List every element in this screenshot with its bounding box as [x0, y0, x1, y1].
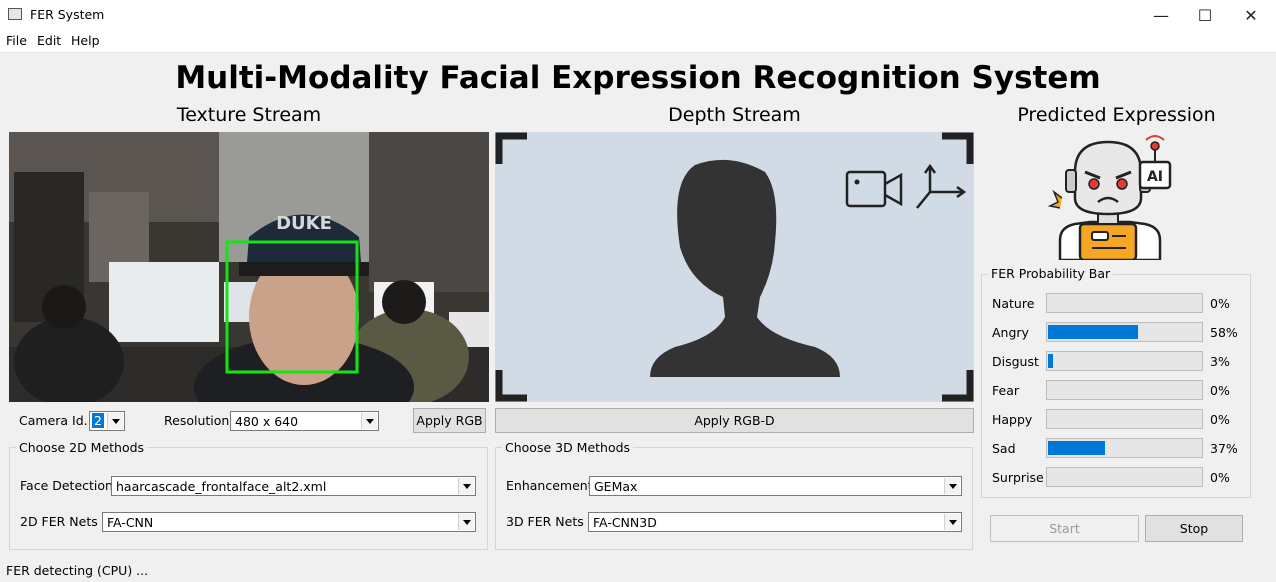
menu-edit[interactable]: Edit — [37, 33, 61, 48]
fer-2d-net-combo[interactable]: FA-CNN — [102, 512, 476, 532]
prob-label: Surprise — [992, 470, 1044, 485]
camera-id-label: Camera Id. — [19, 413, 88, 428]
prob-percent: 3% — [1210, 354, 1230, 369]
resolution-combo[interactable]: 480 x 640 — [230, 411, 379, 431]
start-button[interactable]: Start — [990, 515, 1139, 542]
face-detection-combo[interactable]: haarcascade_frontalface_alt2.xml — [111, 476, 476, 496]
status-text: FER detecting (CPU) ... — [6, 563, 149, 578]
camera-feed-image: DUKE — [9, 132, 489, 402]
prob-label: Angry — [992, 325, 1029, 340]
prob-bar-fill — [1048, 354, 1053, 368]
prob-label: Disgust — [992, 354, 1039, 369]
prob-bar — [1046, 467, 1203, 487]
face-detection-label: Face Detection — [20, 478, 113, 493]
depth-stream-view — [495, 132, 974, 402]
prob-label: Happy — [992, 412, 1033, 427]
close-button[interactable]: ✕ — [1228, 0, 1274, 30]
chevron-down-icon — [361, 413, 377, 429]
chevron-down-icon — [458, 478, 474, 494]
methods-2d-title: Choose 2D Methods — [16, 440, 148, 455]
svg-text:AI: AI — [1147, 169, 1163, 185]
prob-bar — [1046, 438, 1203, 458]
chevron-down-icon — [944, 514, 960, 530]
prob-bar — [1046, 380, 1203, 400]
stop-button[interactable]: Stop — [1145, 515, 1243, 542]
prob-bar-fill — [1048, 441, 1105, 455]
axes-icon — [916, 163, 967, 209]
menu-help[interactable]: Help — [71, 33, 100, 48]
prob-percent: 37% — [1210, 441, 1238, 456]
menu-file[interactable]: File — [6, 33, 27, 48]
fer-2d-net-label: 2D FER Nets — [20, 514, 98, 529]
prob-bar — [1046, 351, 1203, 371]
methods-3d-title: Choose 3D Methods — [502, 440, 634, 455]
svg-text:DUKE: DUKE — [276, 213, 332, 234]
prob-label: Fear — [992, 383, 1019, 398]
methods-3d-group — [495, 447, 973, 550]
chevron-down-icon — [458, 514, 474, 530]
camera-id-combo[interactable]: 2 — [89, 411, 125, 431]
prob-percent: 0% — [1210, 470, 1230, 485]
depth-placeholder-image — [495, 132, 974, 402]
prob-bar — [1046, 409, 1203, 429]
texture-stream-title: Texture Stream — [176, 104, 322, 126]
maximize-button[interactable]: ☐ — [1182, 0, 1228, 30]
fer-3d-net-combo[interactable]: FA-CNN3D — [588, 512, 962, 532]
prob-percent: 0% — [1210, 383, 1230, 398]
prob-label: Sad — [992, 441, 1016, 456]
title-bar — [0, 0, 1276, 30]
texture-stream-view: DUKE — [9, 132, 489, 402]
depth-stream-title: Depth Stream — [668, 104, 801, 126]
prediction-title: Predicted Expression — [1017, 104, 1216, 126]
fer-3d-net-label: 3D FER Nets — [506, 514, 584, 529]
minimize-button[interactable]: — — [1138, 0, 1184, 30]
enhancement-label: Enhancement — [506, 478, 593, 493]
enhancement-combo[interactable]: GEMax — [589, 476, 962, 496]
main-title: Multi-Modality Facial Expression Recogni… — [175, 60, 1101, 96]
chevron-down-icon — [944, 478, 960, 494]
prob-bar-fill — [1048, 325, 1138, 339]
prob-label: Nature — [992, 296, 1035, 311]
apply-rgb-button[interactable]: Apply RGB — [413, 408, 486, 433]
camera-icon — [845, 170, 903, 208]
angry-robot-icon: AI — [1040, 132, 1180, 262]
resolution-label: Resolution — [164, 413, 230, 428]
apply-rgbd-button[interactable]: Apply RGB-D — [495, 408, 974, 433]
window-title: FER System — [30, 7, 105, 22]
prob-percent: 0% — [1210, 296, 1230, 311]
menu-bar — [0, 30, 1276, 53]
prob-percent: 0% — [1210, 412, 1230, 427]
probability-title: FER Probability Bar — [988, 266, 1114, 281]
chevron-down-icon — [107, 413, 123, 429]
prob-bar — [1046, 293, 1203, 313]
prob-bar — [1046, 322, 1203, 342]
prob-percent: 58% — [1210, 325, 1238, 340]
methods-2d-group — [9, 447, 488, 550]
app-icon — [8, 8, 22, 20]
